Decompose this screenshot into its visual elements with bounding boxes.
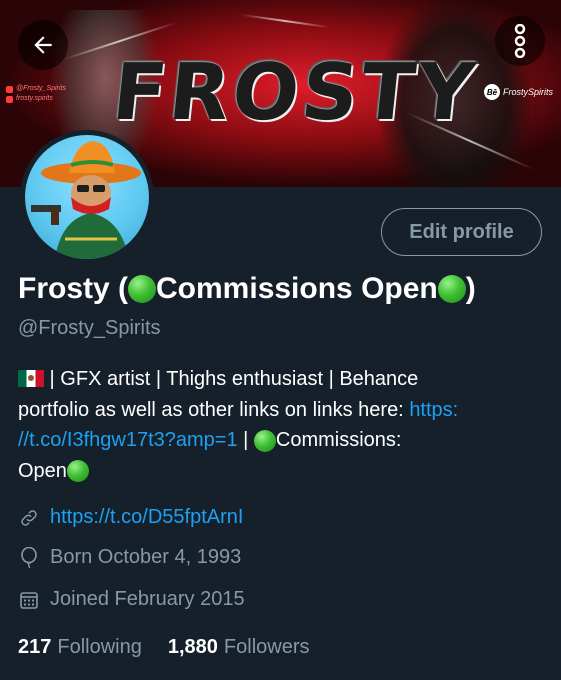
- profile-website-row: https://t.co/D55fptArnI: [18, 506, 243, 529]
- profile-birthday: Born October 4, 1993: [50, 546, 242, 568]
- bio-link[interactable]: //t.co/I3fhgw17t3?amp=1: [18, 429, 238, 451]
- link-icon: [18, 507, 40, 529]
- more-vertical-icon: [514, 24, 526, 58]
- twitter-icon: [6, 85, 13, 93]
- avatar-illustration: [31, 141, 141, 259]
- banner-twitter-row: @Frosty_Spirits: [6, 84, 66, 94]
- banner-title: FROSTY: [108, 48, 482, 138]
- mexico-flag-icon: [18, 370, 44, 387]
- bio-text: Commissions:: [275, 429, 402, 451]
- bio-link[interactable]: https:: [409, 399, 458, 421]
- calendar-icon: [18, 589, 40, 611]
- bio-text: portfolio as well as other links on link…: [18, 398, 410, 421]
- balloon-icon: [18, 546, 40, 569]
- following-count: 217: [18, 636, 52, 658]
- green-circle-emoji-icon: [128, 275, 157, 303]
- bio-line-2: portfolio as well as other links on link…: [18, 395, 548, 426]
- profile-name: Frosty ( Commissions Open ): [18, 272, 476, 306]
- back-button[interactable]: [18, 20, 68, 70]
- banner-instagram-row: frosty.spirits: [6, 94, 66, 104]
- banner-social-handles: @Frosty_Spirits frosty.spirits: [6, 84, 66, 104]
- followers-label: Followers: [223, 636, 310, 658]
- green-circle-emoji-icon: [66, 460, 89, 483]
- profile-joined-row: Joined February 2015: [18, 588, 245, 611]
- followers-count: 1,880: [167, 636, 218, 658]
- profile-name-middle: Commissions Open: [156, 272, 438, 305]
- profile-name-prefix: Frosty (: [18, 272, 129, 305]
- green-circle-emoji-icon: [437, 275, 466, 303]
- profile-name-suffix: ): [465, 272, 476, 305]
- instagram-icon: [6, 95, 13, 103]
- follow-stats: 217 Following 1,880 Followers: [18, 636, 310, 659]
- banner-streak: [240, 13, 330, 29]
- bio-text: |: [237, 429, 254, 451]
- arrow-left-icon: [34, 36, 52, 54]
- following-label: Following: [57, 636, 142, 658]
- green-circle-emoji-icon: [253, 429, 276, 452]
- profile-joined: Joined February 2015: [50, 588, 245, 610]
- profile-page: FROSTY @Frosty_Spirits frosty.spirits Bē…: [0, 0, 561, 680]
- profile-bio: | GFX artist | Thighs enthusiast | Behan…: [18, 364, 548, 486]
- bio-line-1: | GFX artist | Thighs enthusiast | Behan…: [18, 364, 548, 395]
- bio-line-4: Open: [18, 456, 548, 487]
- profile-handle: @Frosty_Spirits: [18, 317, 161, 339]
- banner-twitter-handle: @Frosty_Spirits: [16, 85, 66, 92]
- banner-instagram-handle: frosty.spirits: [16, 95, 53, 102]
- bio-text: | GFX artist | Thighs enthusiast | Behan…: [44, 368, 419, 390]
- bio-text: Open: [18, 459, 67, 482]
- banner-behance-handle: FrostySpirits: [503, 87, 554, 97]
- followers-link[interactable]: 1,880 Followers: [168, 636, 310, 659]
- bio-line-3: //t.co/I3fhgw17t3?amp=1 | Commissions:: [18, 425, 548, 456]
- banner-behance-tag: Bē FrostySpirits: [484, 84, 553, 100]
- following-link[interactable]: 217 Following: [18, 636, 142, 659]
- profile-birthday-row: Born October 4, 1993: [18, 546, 241, 569]
- behance-icon: Bē: [484, 84, 500, 100]
- profile-avatar[interactable]: [20, 130, 154, 264]
- profile-website-link[interactable]: https://t.co/D55fptArnI: [50, 506, 243, 529]
- edit-profile-button[interactable]: Edit profile: [381, 208, 542, 256]
- more-options-button[interactable]: [495, 16, 545, 66]
